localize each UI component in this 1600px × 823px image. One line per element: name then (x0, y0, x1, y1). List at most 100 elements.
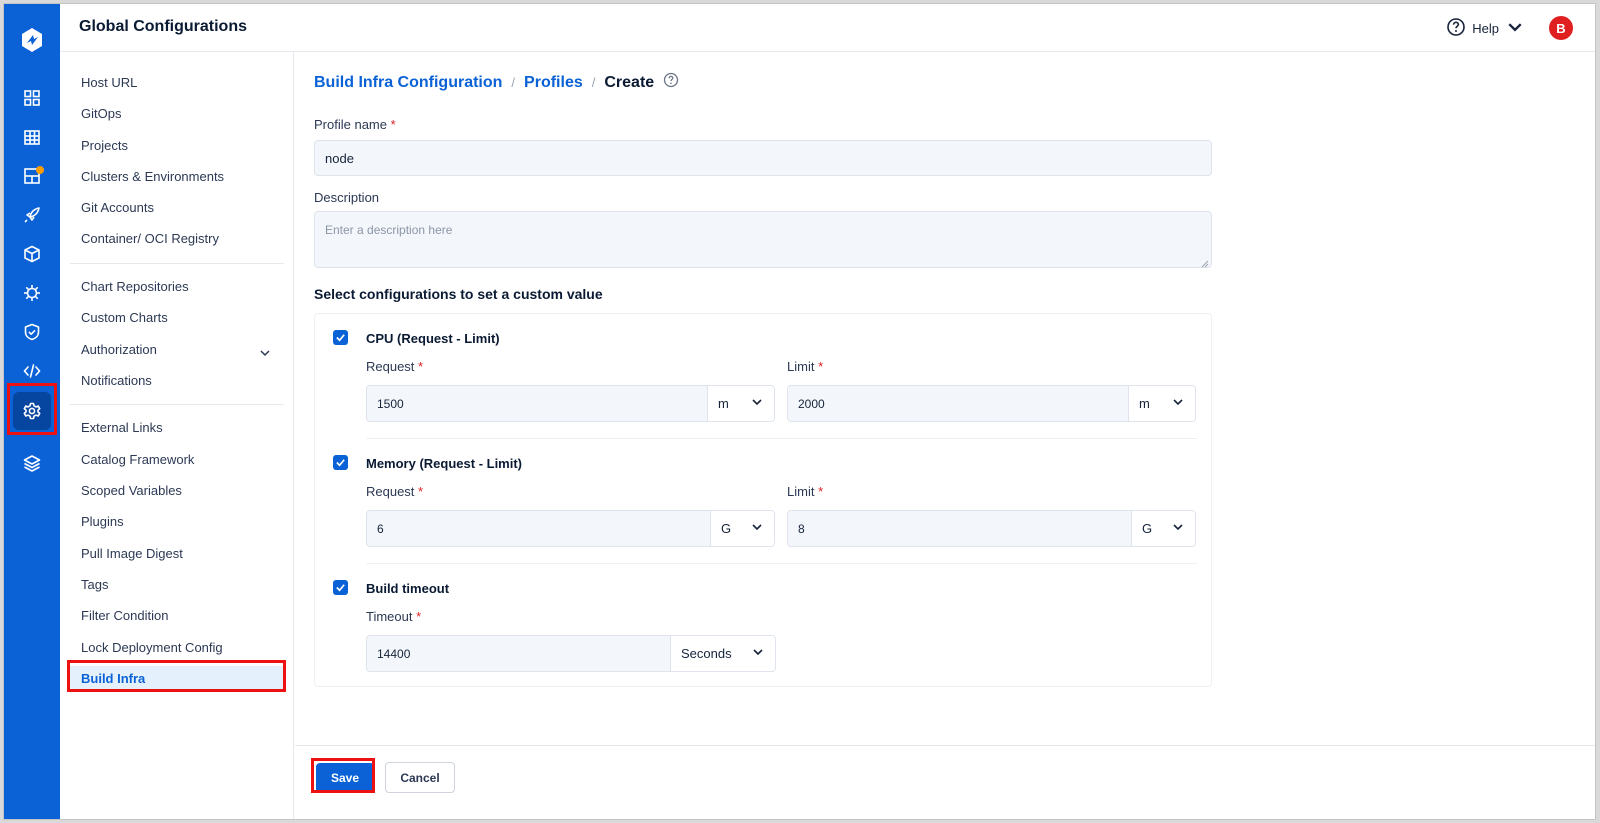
timeout-unit-value: Seconds (681, 646, 732, 661)
chevron-down-icon (1171, 520, 1185, 537)
memory-limit-label: Limit * (787, 484, 823, 499)
nav-item-lock-deployment-config[interactable]: Lock Deployment Config (70, 635, 284, 661)
overview-grid-icon[interactable] (22, 88, 42, 108)
build-infra-highlight-box (67, 660, 286, 692)
nav-item-tags[interactable]: Tags (70, 572, 284, 598)
helm-icon[interactable] (22, 283, 42, 303)
help-circle-icon (1446, 17, 1466, 40)
memory-request-input[interactable]: 6 (367, 511, 710, 546)
cpu-limit-input[interactable]: 2000 (788, 386, 1128, 421)
nav-item-plugins[interactable]: Plugins (70, 509, 284, 535)
chevron-down-icon (750, 395, 764, 412)
nav-item-clusters-environments[interactable]: Clusters & Environments (70, 164, 284, 190)
check-icon (336, 334, 345, 342)
cpu-request-label-text: Request (366, 359, 415, 374)
memory-request-label-text: Request (366, 484, 415, 499)
cancel-button[interactable]: Cancel (385, 762, 455, 793)
app-window: Global Configurations Help B Host URL Gi… (3, 3, 1596, 820)
required-asterisk: * (416, 609, 422, 624)
cpu-request-unit-select[interactable]: m (707, 386, 774, 421)
timeout-input[interactable]: 14400 (367, 636, 670, 671)
page-title: Global Configurations (79, 18, 247, 35)
nav-item-gitops[interactable]: GitOps (70, 101, 284, 127)
nav-item-git-accounts[interactable]: Git Accounts (70, 195, 284, 221)
required-asterisk: * (418, 359, 424, 374)
memory-request-field: 6 G (366, 510, 775, 547)
nav-divider (70, 263, 284, 264)
code-icon[interactable] (22, 361, 42, 381)
app-list-icon[interactable] (22, 127, 42, 147)
breadcrumb: Build Infra Configuration / Profiles / C… (314, 72, 679, 93)
profile-name-label-text: Profile name (314, 117, 387, 132)
nav-item-authorization-label: Authorization (81, 342, 157, 357)
chevron-down-icon (750, 520, 764, 537)
cpu-limit-unit-value: m (1139, 396, 1150, 411)
form-footer: Save Cancel (295, 745, 1595, 819)
stack-layers-icon[interactable] (22, 453, 42, 473)
nav-item-scoped-variables[interactable]: Scoped Variables (70, 478, 284, 504)
memory-limit-label-text: Limit (787, 484, 815, 499)
settings-sidebar: Host URL GitOps Projects Clusters & Envi… (60, 52, 294, 819)
timeout-label: Timeout * (366, 609, 421, 624)
description-textarea[interactable]: Enter a description here (314, 211, 1212, 268)
cpu-checkbox[interactable] (333, 330, 348, 345)
memory-request-unit-select[interactable]: G (710, 511, 774, 546)
nav-item-catalog-framework[interactable]: Catalog Framework (70, 447, 284, 473)
timeout-checkbox[interactable] (333, 580, 348, 595)
profile-name-input[interactable]: node (314, 140, 1212, 176)
required-asterisk: * (418, 484, 424, 499)
memory-title: Memory (Request - Limit) (366, 456, 523, 471)
cpu-limit-field: 2000 m (787, 385, 1196, 422)
check-icon (336, 459, 345, 467)
security-shield-icon[interactable] (22, 322, 42, 342)
cpu-limit-unit-select[interactable]: m (1128, 386, 1195, 421)
memory-checkbox[interactable] (333, 455, 348, 470)
timeout-label-text: Timeout (366, 609, 413, 624)
top-header: Global Configurations Help B (60, 4, 1595, 52)
rocket-icon[interactable] (22, 205, 42, 225)
nav-item-projects[interactable]: Projects (70, 133, 284, 159)
breadcrumb-separator: / (511, 75, 516, 90)
breadcrumb-build-infra-configuration[interactable]: Build Infra Configuration (314, 74, 502, 92)
cpu-request-input[interactable]: 1500 (367, 386, 707, 421)
nav-item-authorization[interactable]: Authorization (70, 337, 284, 363)
cube-icon[interactable] (22, 244, 42, 264)
nav-item-pull-image-digest[interactable]: Pull Image Digest (70, 541, 284, 567)
timeout-unit-select[interactable]: Seconds (670, 636, 775, 671)
breadcrumb-profiles[interactable]: Profiles (524, 74, 583, 92)
nav-item-chart-repositories[interactable]: Chart Repositories (70, 274, 284, 300)
memory-limit-input[interactable]: 8 (788, 511, 1131, 546)
required-asterisk: * (818, 484, 824, 499)
notification-dot (36, 166, 44, 174)
question-circle-icon[interactable] (663, 72, 679, 93)
nav-divider (70, 404, 284, 405)
main-content: Build Infra Configuration / Profiles / C… (295, 52, 1595, 819)
nav-item-filter-condition[interactable]: Filter Condition (70, 603, 284, 629)
timeout-field: 14400 Seconds (366, 635, 776, 672)
memory-limit-unit-value: G (1142, 521, 1153, 536)
chevron-down-icon (751, 645, 765, 662)
memory-request-label: Request * (366, 484, 423, 499)
app-logo-icon[interactable] (18, 26, 46, 54)
breadcrumb-current: Create (604, 73, 655, 91)
memory-request-unit-value: G (721, 521, 732, 536)
avatar[interactable]: B (1549, 16, 1573, 40)
help-menu[interactable]: Help (1446, 17, 1525, 40)
timeout-title: Build timeout (366, 581, 450, 596)
nav-item-notifications[interactable]: Notifications (70, 368, 284, 394)
rail-highlight-box (7, 383, 57, 435)
cpu-request-field: 1500 m (366, 385, 775, 422)
chevron-down-icon (1171, 395, 1185, 412)
nav-item-host-url[interactable]: Host URL (70, 70, 284, 96)
check-icon (336, 584, 345, 592)
cpu-title: CPU (Request - Limit) (366, 331, 500, 346)
memory-limit-unit-select[interactable]: G (1131, 511, 1195, 546)
nav-item-external-links[interactable]: External Links (70, 415, 284, 441)
nav-item-custom-charts[interactable]: Custom Charts (70, 305, 284, 331)
card-divider (366, 438, 1197, 439)
resize-handle-icon[interactable] (1201, 257, 1209, 268)
profile-name-label: Profile name * (314, 117, 396, 132)
custom-config-card: CPU (Request - Limit) Request * 1500 m L… (314, 313, 1212, 687)
required-asterisk: * (390, 117, 396, 132)
nav-item-container-registry[interactable]: Container/ OCI Registry (70, 226, 284, 252)
